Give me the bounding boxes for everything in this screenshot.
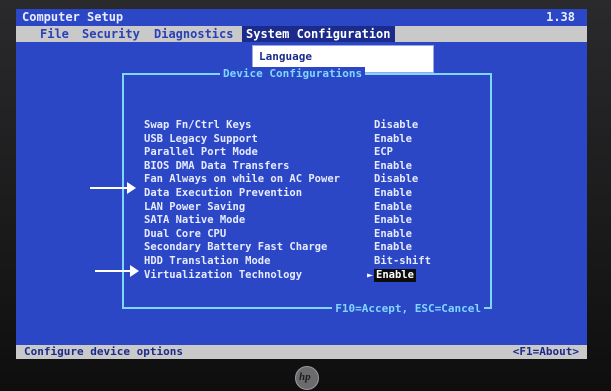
setting-label: Fan Always on while on AC Power [144, 173, 340, 186]
annotation-arrow-icon [95, 265, 139, 277]
title-bar: Computer Setup 1.38 [16, 9, 587, 25]
setting-row[interactable]: HDD Translation Mode Bit-shift [144, 255, 484, 269]
setting-value[interactable]: Disable [374, 173, 418, 187]
setting-value[interactable]: Enable [374, 160, 412, 174]
setting-label: Secondary Battery Fast Charge [144, 241, 328, 254]
bios-screen: Computer Setup 1.38 File Security Diagno… [16, 9, 587, 359]
setting-value[interactable]: Enable [374, 214, 412, 228]
setting-row[interactable]: USB Legacy Support Enable [144, 133, 484, 147]
setting-row[interactable]: SATA Native Mode Enable [144, 214, 484, 228]
setting-label: Virtualization Technology [144, 268, 303, 281]
setting-label: Data Execution Prevention [144, 186, 303, 199]
setting-label: Parallel Port Mode [144, 146, 258, 159]
setting-value-selected[interactable]: Enable [374, 268, 416, 283]
hp-logo: hp [295, 366, 319, 390]
setting-value[interactable]: Enable [374, 241, 412, 255]
setting-row-selected[interactable]: Virtualization Technology ► Enable [144, 268, 484, 283]
menu-security[interactable]: Security [82, 26, 140, 42]
setting-row[interactable]: Fan Always on while on AC Power Disable [144, 173, 484, 187]
setting-row[interactable]: Secondary Battery Fast Charge Enable [144, 241, 484, 255]
arrow-head-icon [127, 182, 136, 194]
app-title: Computer Setup [22, 10, 124, 24]
submenu-item-language[interactable]: Language [259, 50, 312, 63]
dialog-title: Device Configurations [220, 67, 366, 80]
settings-list: Swap Fn/Ctrl Keys Disable USB Legacy Supp… [144, 119, 484, 283]
about-hint[interactable]: <F1=About> [513, 345, 579, 359]
annotation-arrow-icon [90, 182, 136, 194]
setting-row[interactable]: Parallel Port Mode ECP [144, 146, 484, 160]
setting-value[interactable]: Enable [374, 187, 412, 201]
setting-row[interactable]: Data Execution Prevention Enable [144, 187, 484, 201]
setting-label: BIOS DMA Data Transfers [144, 159, 290, 172]
setting-row[interactable]: BIOS DMA Data Transfers Enable [144, 160, 484, 174]
menu-diagnostics[interactable]: Diagnostics [154, 26, 233, 42]
selection-pointer-icon: ► [367, 269, 374, 281]
setting-value[interactable]: Enable [374, 228, 412, 242]
setting-value[interactable]: Enable [374, 201, 412, 215]
setting-label: USB Legacy Support [144, 132, 258, 145]
setting-row[interactable]: LAN Power Saving Enable [144, 201, 484, 215]
dialog-footer-hint: F10=Accept, ESC=Cancel [332, 302, 484, 315]
menu-file[interactable]: File [40, 26, 69, 42]
hp-logo-icon: hp [299, 371, 311, 383]
device-configurations-dialog: Device Configurations Swap Fn/Ctrl Keys D… [122, 67, 492, 315]
setting-row[interactable]: Dual Core CPU Enable [144, 228, 484, 242]
status-bar: Configure device options <F1=About> [16, 345, 587, 359]
setting-value[interactable]: ECP [374, 146, 393, 160]
menu-system-configuration[interactable]: System Configuration [242, 26, 395, 42]
setting-value[interactable]: Bit-shift [374, 255, 431, 269]
setting-label: HDD Translation Mode [144, 254, 271, 267]
setting-row[interactable]: Swap Fn/Ctrl Keys Disable [144, 119, 484, 133]
setting-value[interactable]: Disable [374, 119, 418, 133]
setting-label: LAN Power Saving [144, 200, 246, 213]
arrow-head-icon [130, 265, 139, 277]
setting-label: Swap Fn/Ctrl Keys [144, 119, 252, 131]
version-label: 1.38 [546, 10, 575, 24]
setting-label: Dual Core CPU [144, 227, 227, 240]
status-help-text: Configure device options [24, 345, 183, 358]
setting-value[interactable]: Enable [374, 133, 412, 147]
menu-bar: File Security Diagnostics System Configu… [16, 26, 587, 42]
setting-label: SATA Native Mode [144, 214, 246, 227]
